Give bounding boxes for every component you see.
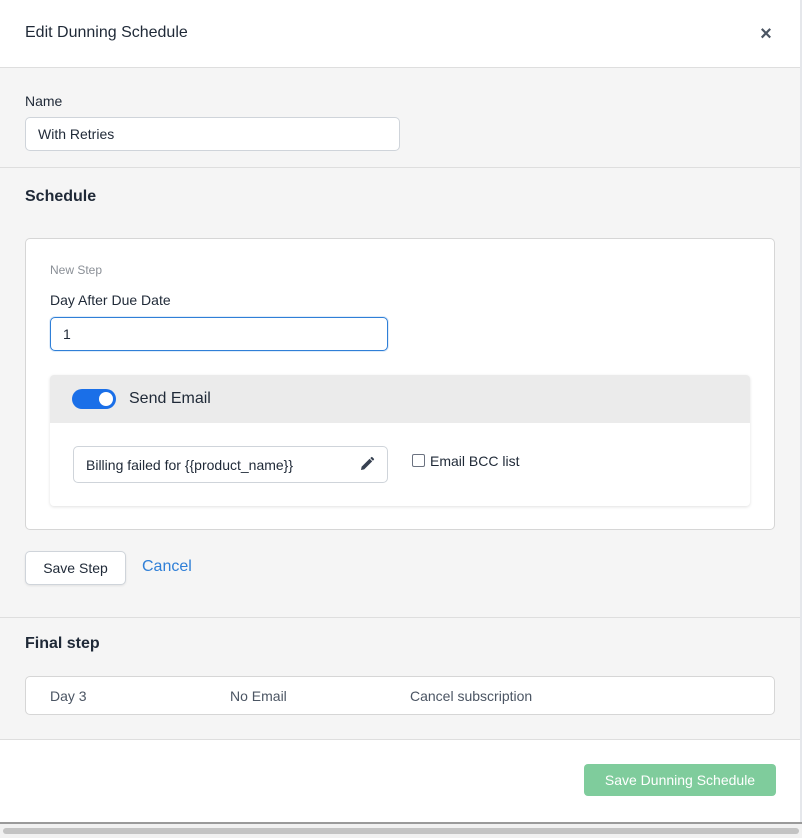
email-subject-text: Billing failed for {{product_name}} [86,457,294,473]
modal-footer: Save Dunning Schedule [0,740,800,822]
email-bcc-label: Email BCC list [430,453,520,469]
pencil-icon[interactable] [359,456,375,472]
final-step-title: Final step [25,635,100,652]
new-step-caption: New Step [50,263,103,277]
save-dunning-schedule-button[interactable]: Save Dunning Schedule [584,764,776,796]
final-step-section: Final step Day 3 No Email Cancel subscri… [0,618,800,740]
cancel-link[interactable]: Cancel [142,558,192,576]
horizontal-scroll-thumb[interactable] [3,828,799,834]
final-step-day: Day 3 [50,688,87,704]
close-icon[interactable]: × [757,24,775,44]
send-email-toggle[interactable] [72,389,116,409]
modal-title: Edit Dunning Schedule [25,24,188,41]
day-after-due-date-label: Day After Due Date [50,292,171,308]
save-step-button[interactable]: Save Step [25,551,126,585]
edit-dunning-schedule-modal: Edit Dunning Schedule × Name With Retrie… [0,0,800,822]
email-subject-field[interactable]: Billing failed for {{product_name}} [73,446,388,483]
final-step-row: Day 3 No Email Cancel subscription [25,676,775,715]
name-section: Name With Retries [0,68,800,168]
modal-header: Edit Dunning Schedule × [0,0,800,68]
email-bcc-checkbox[interactable] [412,454,425,467]
final-step-email: No Email [230,688,287,704]
schedule-section: Schedule New Step Day After Due Date 1 S… [0,168,800,618]
final-step-action: Cancel subscription [410,688,533,704]
day-after-due-date-input[interactable]: 1 [50,317,388,351]
name-input[interactable]: With Retries [25,117,400,151]
name-label: Name [25,93,63,109]
toggle-knob [99,392,113,406]
schedule-title: Schedule [25,188,97,205]
new-step-card: New Step Day After Due Date 1 Send Email… [25,238,775,530]
send-email-header: Send Email [50,375,750,423]
send-email-label: Send Email [129,390,211,407]
horizontal-scrollbar[interactable] [0,824,802,838]
send-email-panel: Send Email Billing failed for {{product_… [50,375,750,506]
